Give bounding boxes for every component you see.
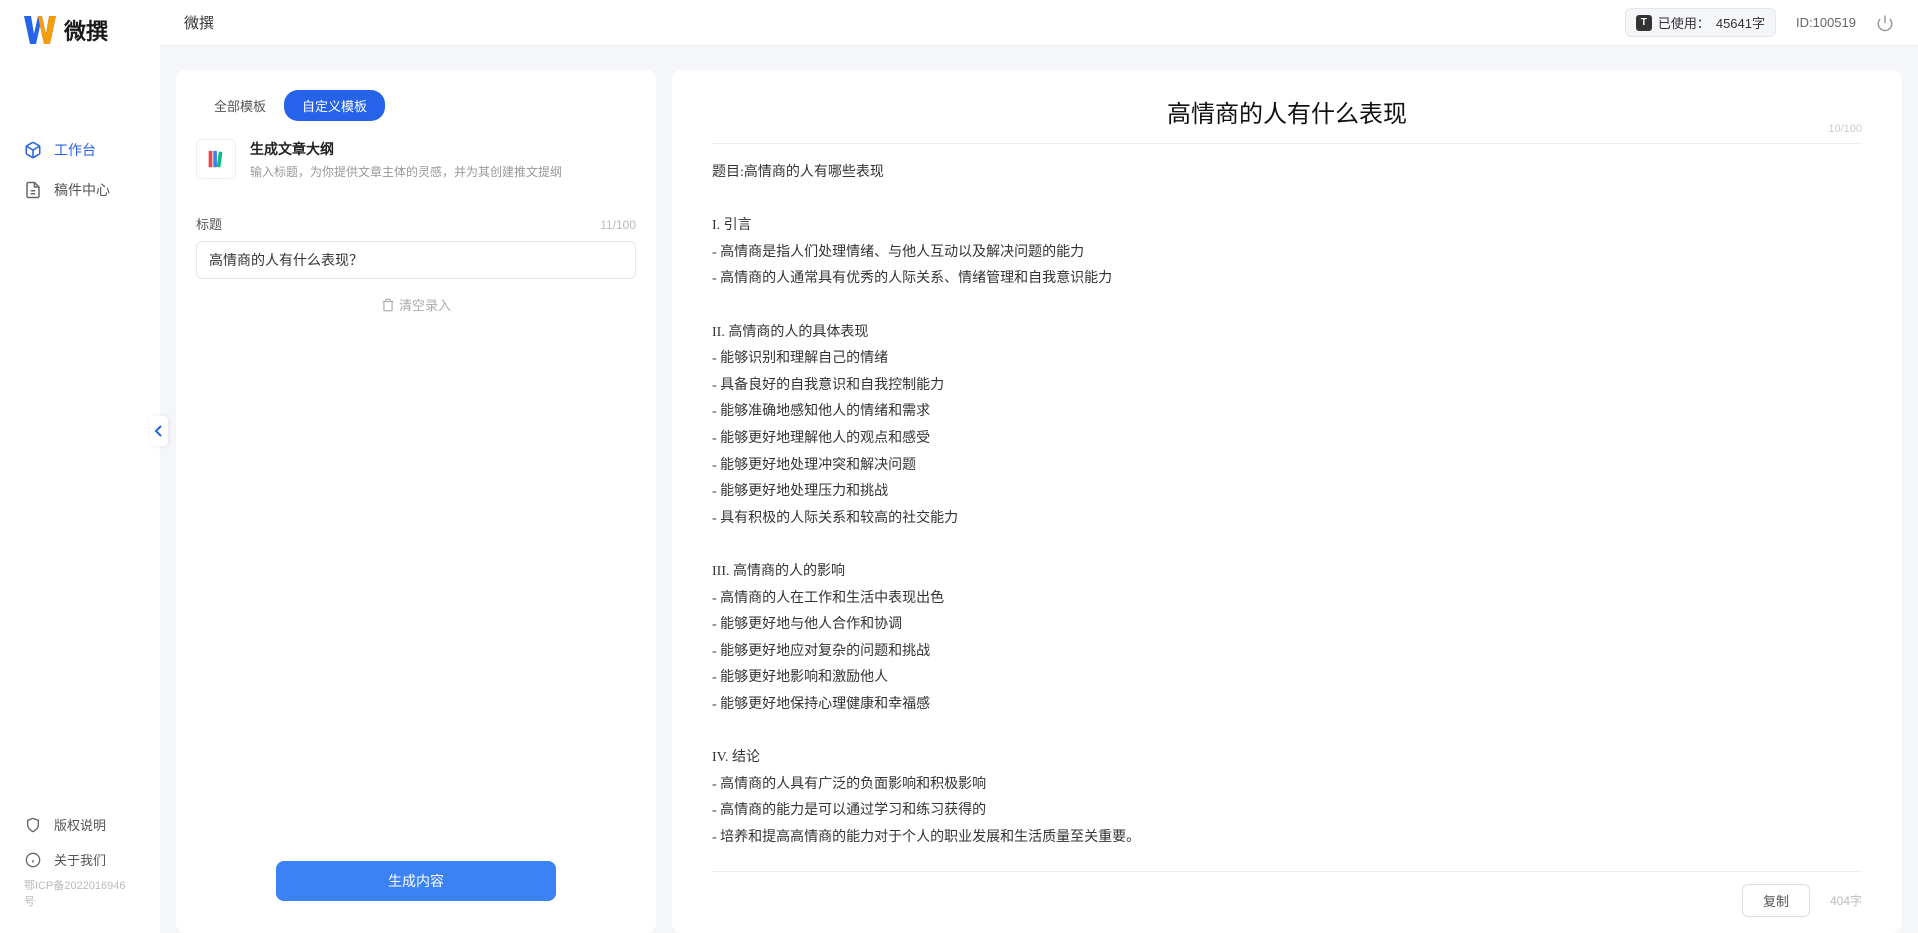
books-icon (196, 139, 236, 179)
output-word-count: 404字 (1830, 892, 1862, 909)
template-body: 生成文章大纲 输入标题，为你提供文章主体的灵感，并为其创建推文提纲 (250, 139, 636, 180)
text-icon: T (1636, 15, 1652, 31)
document-icon (24, 181, 42, 199)
tabs: 全部模板 自定义模板 (176, 90, 656, 139)
output-header: 高情商的人有什么表现 10/100 (712, 94, 1862, 144)
power-icon[interactable] (1876, 14, 1894, 32)
logo-text: 微撰 (64, 14, 108, 46)
tab-all-templates[interactable]: 全部模板 (196, 90, 284, 121)
input-panel: 全部模板 自定义模板 生成文章大纲 输入标题，为你提供文章主体的灵感，并为其创建… (176, 70, 656, 933)
title-label: 标题 (196, 214, 222, 233)
cube-icon (24, 141, 42, 159)
nav-drafts[interactable]: 稿件中心 (0, 170, 160, 210)
user-id: ID:100519 (1796, 15, 1856, 30)
clear-label: 清空录入 (399, 295, 451, 314)
output-footer: 复制 404字 (712, 871, 1862, 917)
nav-label: 工作台 (54, 140, 96, 160)
usage-label: 已使用： (1658, 13, 1710, 32)
footer-nav: 版权说明 关于我们 鄂ICP备2022016946号 (0, 807, 160, 919)
clear-input-button[interactable]: 清空录入 (196, 279, 636, 330)
main-area: 微撰 T 已使用： 45641字 ID:100519 全部模板 (160, 0, 1918, 933)
form-section: 标题 11/100 清空录入 (176, 198, 656, 330)
output-title-count: 10/100 (1828, 123, 1862, 135)
copy-button[interactable]: 复制 (1742, 884, 1810, 917)
nav-label: 稿件中心 (54, 180, 110, 200)
page-title: 微撰 (184, 12, 214, 33)
topbar: 微撰 T 已使用： 45641字 ID:100519 (160, 0, 1918, 46)
usage-badge[interactable]: T 已使用： 45641字 (1625, 8, 1776, 37)
logo: 微撰 (0, 14, 160, 70)
template-title: 生成文章大纲 (250, 139, 636, 159)
nav-label: 版权说明 (54, 815, 106, 834)
sidebar: 微撰 工作台 稿件中心 版权说明 (0, 0, 160, 933)
logo-icon (24, 16, 56, 44)
tab-custom-templates[interactable]: 自定义模板 (284, 90, 385, 121)
output-panel: 高情商的人有什么表现 10/100 题目:高情商的人有哪些表现 I. 引言 - … (672, 70, 1902, 933)
topbar-right: T 已使用： 45641字 ID:100519 (1625, 8, 1894, 37)
trash-icon (381, 298, 395, 312)
nav-workspace[interactable]: 工作台 (0, 130, 160, 170)
title-input[interactable] (196, 241, 636, 279)
nav-about[interactable]: 关于我们 (0, 842, 160, 877)
main-nav: 工作台 稿件中心 (0, 70, 160, 807)
usage-value: 45641字 (1716, 13, 1765, 32)
title-char-count: 11/100 (600, 218, 636, 232)
icp-text: 鄂ICP备2022016946号 (0, 877, 160, 909)
template-card: 生成文章大纲 输入标题，为你提供文章主体的灵感，并为其创建推文提纲 (176, 139, 656, 198)
generate-button[interactable]: 生成内容 (276, 861, 556, 901)
nav-label: 关于我们 (54, 850, 106, 869)
template-desc: 输入标题，为你提供文章主体的灵感，并为其创建推文提纲 (250, 163, 636, 180)
info-icon (24, 851, 42, 869)
shield-icon (24, 816, 42, 834)
output-title: 高情商的人有什么表现 (712, 94, 1862, 129)
nav-copyright[interactable]: 版权说明 (0, 807, 160, 842)
output-body[interactable]: 题目:高情商的人有哪些表现 I. 引言 - 高情商是指人们处理情绪、与他人互动以… (712, 160, 1862, 859)
collapse-handle[interactable] (150, 416, 168, 446)
content: 全部模板 自定义模板 生成文章大纲 输入标题，为你提供文章主体的灵感，并为其创建… (160, 46, 1918, 933)
